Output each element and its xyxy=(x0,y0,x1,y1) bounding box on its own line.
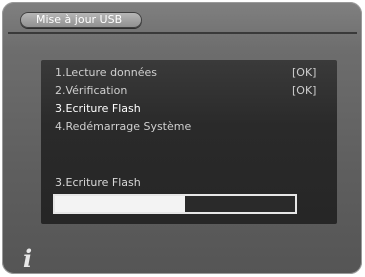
dialog-title: Mise à jour USB xyxy=(36,13,123,26)
step-verification: 2.Vérification xyxy=(55,84,128,97)
step-read-data-status: [OK] xyxy=(292,66,317,79)
step-verification-status: [OK] xyxy=(292,84,317,97)
progress-fill xyxy=(55,196,185,212)
title-divider xyxy=(8,32,357,34)
step-system-restart: 4.Redémarrage Système xyxy=(55,120,192,133)
progress-bar xyxy=(53,194,297,214)
info-icon[interactable]: i xyxy=(23,247,37,271)
progress-label: 3.Ecriture Flash xyxy=(55,176,141,189)
step-read-data: 1.Lecture données xyxy=(55,66,157,79)
step-flash-write: 3.Ecriture Flash xyxy=(55,102,141,115)
usb-update-screen: Mise à jour USB 1.Lecture données [OK] 2… xyxy=(0,0,365,277)
